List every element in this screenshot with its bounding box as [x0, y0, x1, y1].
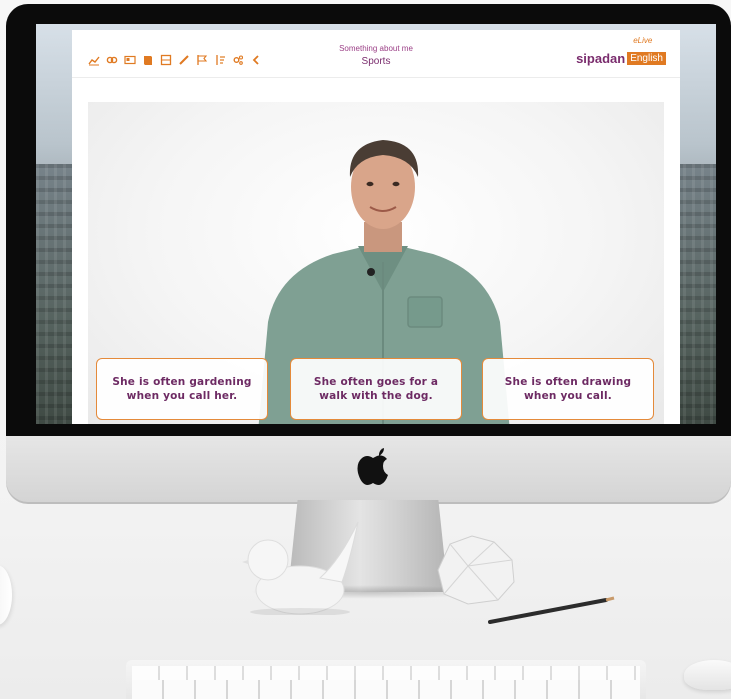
app-window: Something about me Sports sipadan eLive … — [72, 30, 680, 424]
brand-elive: eLive — [633, 36, 653, 45]
apple-logo-icon — [357, 448, 388, 485]
brand-badge: eLive English — [627, 36, 666, 65]
brand-name: sipadan — [576, 51, 626, 66]
answer-option-3[interactable]: She is often drawing when you call. — [482, 358, 654, 420]
screen: Something about me Sports sipadan eLive … — [36, 24, 716, 424]
desk-object — [0, 565, 12, 625]
brand-logo: sipadan eLive English — [576, 36, 666, 66]
bird-figurine — [242, 521, 359, 615]
toolbar: Something about me Sports sipadan eLive … — [72, 30, 680, 78]
mouse — [684, 660, 731, 690]
keyboard — [126, 660, 646, 699]
pencil — [488, 596, 615, 624]
screen-bezel: Something about me Sports sipadan eLive … — [6, 4, 731, 436]
keyboard-keys-row — [132, 680, 640, 699]
brand-english: English — [627, 52, 666, 65]
answer-option-2[interactable]: She often goes for a walk with the dog. — [290, 358, 462, 420]
answer-option-1[interactable]: She is often gardening when you call her… — [96, 358, 268, 420]
